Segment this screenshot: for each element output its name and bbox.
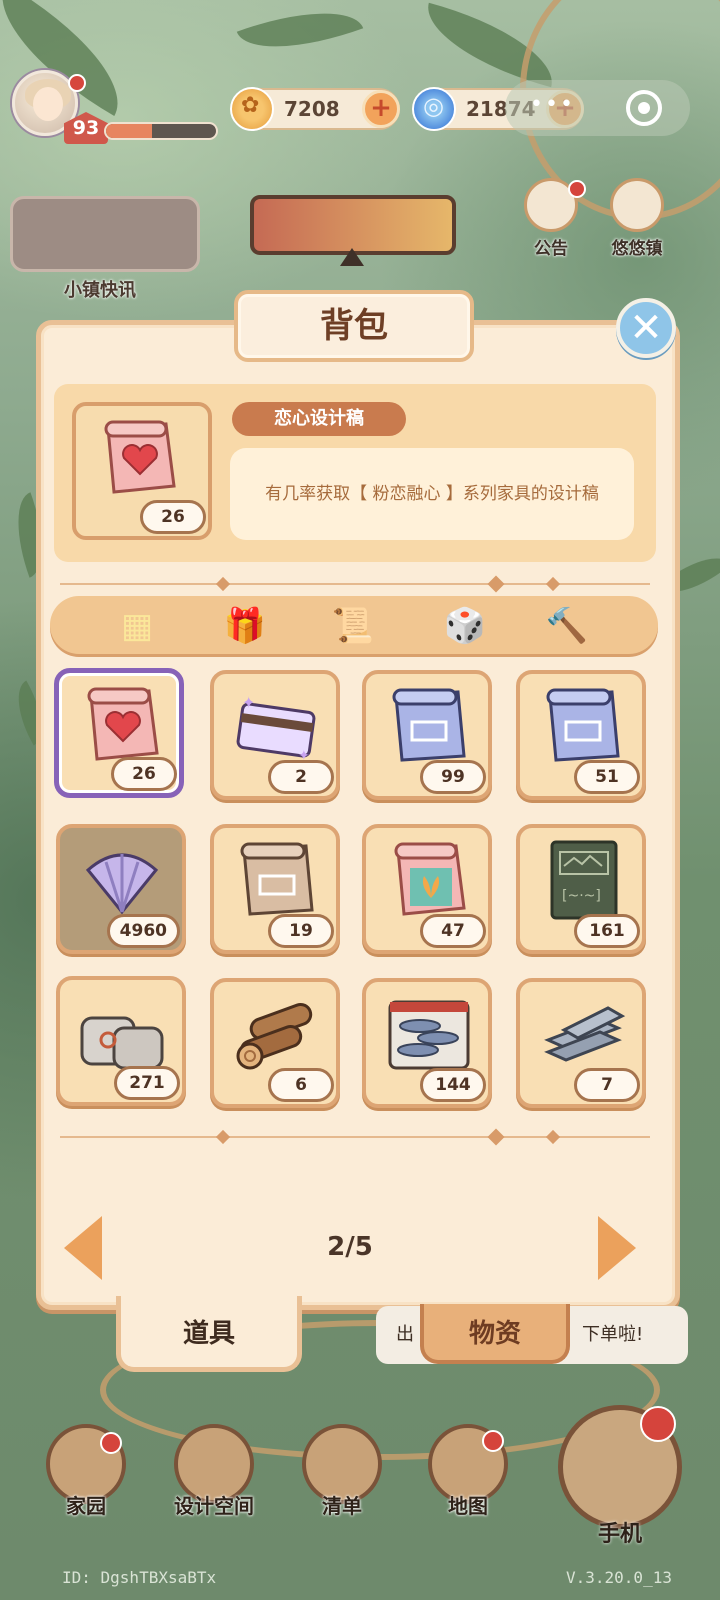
item-count: 26	[111, 757, 177, 791]
player-id: ID: DgshTBXsaBTx	[62, 1568, 217, 1587]
gold-coin-icon	[230, 87, 274, 131]
blueprint-icon	[392, 688, 466, 762]
selected-item-preview: 26	[72, 402, 212, 540]
town-news-box[interactable]	[10, 196, 200, 272]
phone-notification-dot	[640, 1406, 676, 1442]
town-button[interactable]: 悠悠镇	[602, 178, 672, 268]
exp-bar-fill	[106, 124, 153, 138]
nav-list-label: 清单	[322, 1494, 362, 1518]
town-news-label: 小镇快讯	[64, 280, 136, 301]
item-count: 161	[574, 914, 640, 948]
item-slot-blue-blueprint-1[interactable]: 99	[362, 670, 492, 800]
item-slot-fish-tray[interactable]: 144	[362, 978, 492, 1108]
seashell-icon	[85, 853, 159, 915]
item-slot-green-book[interactable]: [~·~] 161	[516, 824, 646, 954]
item-slot-wood-logs[interactable]: 6	[210, 978, 340, 1108]
gold-currency: 7208 +	[230, 87, 400, 131]
banner-arrow-icon	[340, 248, 364, 266]
svg-text:[~·~]: [~·~]	[562, 888, 601, 904]
item-count: 271	[114, 1066, 180, 1100]
nav-design-label: 设计空间	[174, 1494, 254, 1518]
map-notification-dot	[482, 1430, 504, 1452]
card-icon: ✦ ✦	[236, 693, 316, 764]
item-count: 51	[574, 760, 640, 794]
steel-beam-icon	[544, 1006, 626, 1062]
item-slot-sparkle-card[interactable]: ✦ ✦ 2	[210, 670, 340, 800]
add-gold-button[interactable]: +	[362, 90, 400, 128]
fish-tray-icon	[388, 1000, 470, 1070]
item-count: 99	[420, 760, 486, 794]
sack-icon	[80, 1016, 164, 1070]
divider-bottom	[60, 1136, 650, 1138]
lotus-scroll-icon	[394, 842, 466, 916]
blueprint-icon	[546, 688, 620, 762]
nav-home-label: 家园	[66, 1494, 106, 1518]
item-slot-sacks[interactable]: 271	[56, 976, 186, 1106]
heart-scroll-icon	[87, 687, 159, 761]
version-label: V.3.20.0_13	[566, 1568, 672, 1587]
wood-log-icon	[236, 1002, 313, 1070]
item-slot-steel-beams[interactable]: 7	[516, 978, 646, 1108]
tab-items[interactable]: 道具	[116, 1296, 302, 1372]
divider-top	[60, 583, 650, 585]
town-label: 悠悠镇	[611, 239, 663, 259]
record-target-icon[interactable]	[626, 90, 662, 126]
nav-map-label: 地图	[448, 1494, 488, 1518]
blueprint-icon	[240, 842, 314, 916]
page-indicator: 2/5	[327, 1232, 373, 1262]
notice-notification-dot	[568, 180, 586, 198]
hammer-icon[interactable]: 🔨	[544, 606, 590, 646]
tab-materials[interactable]: 物资	[420, 1304, 570, 1364]
heart-scroll-icon	[104, 420, 176, 494]
next-page-button[interactable]	[598, 1216, 636, 1280]
more-options-icon[interactable]: •••	[530, 92, 575, 117]
prev-page-button[interactable]	[64, 1216, 102, 1280]
item-count: 19	[268, 914, 334, 948]
selected-item-count: 26	[140, 500, 206, 534]
notice-label: 公告	[534, 239, 568, 259]
item-count: 6	[268, 1068, 334, 1102]
speech-text-right: 下单啦!	[582, 1324, 644, 1345]
item-slot-seashell[interactable]: 4960	[56, 824, 186, 954]
grid-icon[interactable]: ▦	[114, 606, 160, 646]
event-banner[interactable]	[250, 195, 456, 255]
panel-title: 背包	[234, 290, 474, 362]
item-count: 4960	[106, 914, 180, 948]
item-slot-heart-design-scroll[interactable]: 26	[54, 668, 184, 798]
nav-phone-label: 手机	[597, 1522, 642, 1547]
exp-bar	[104, 122, 218, 140]
nav-design[interactable]: 设计空间	[164, 1424, 264, 1534]
selected-item-name: 恋心设计稿	[232, 402, 406, 436]
close-button[interactable]: ✕	[616, 298, 676, 358]
dice-icon[interactable]: 🎲	[442, 606, 488, 646]
selected-item-description: 有几率获取【 粉恋融心 】系列家具的设计稿	[230, 448, 634, 540]
item-count: 7	[574, 1068, 640, 1102]
avatar-notification-dot	[68, 74, 86, 92]
scroll-icon[interactable]: 📜	[330, 606, 376, 646]
gift-box-icon[interactable]: 🎁	[222, 606, 268, 646]
item-count: 2	[268, 760, 334, 794]
svg-text:✦: ✦	[242, 693, 255, 712]
gold-amount: 7208	[284, 97, 340, 121]
nav-list[interactable]: 清单	[292, 1424, 392, 1534]
item-count: 47	[420, 914, 486, 948]
book-icon: [~·~]	[550, 840, 618, 920]
item-slot-beige-blueprint[interactable]: 19	[210, 824, 340, 954]
home-notification-dot	[100, 1432, 122, 1454]
item-count: 144	[420, 1068, 486, 1102]
item-slot-lotus-design-scroll[interactable]: 47	[362, 824, 492, 954]
blue-gem-icon	[412, 87, 456, 131]
house-icon	[610, 178, 664, 232]
item-slot-blue-blueprint-2[interactable]: 51	[516, 670, 646, 800]
speech-text-left: 出	[396, 1324, 414, 1345]
